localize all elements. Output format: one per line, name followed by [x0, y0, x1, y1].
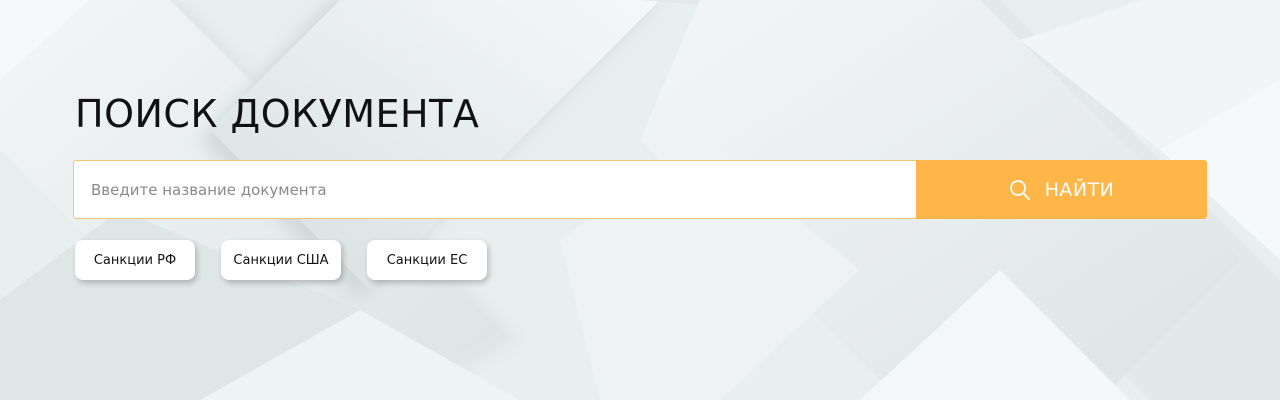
- search-icon: [1009, 179, 1031, 201]
- tag-sanctions-rf[interactable]: Санкции РФ: [75, 240, 195, 280]
- tag-sanctions-usa[interactable]: Санкции США: [221, 240, 341, 280]
- quick-tags: Санкции РФ Санкции США Санкции ЕС: [75, 240, 487, 280]
- search-bar: НАЙТИ: [73, 160, 1207, 219]
- tag-sanctions-eu[interactable]: Санкции ЕС: [367, 240, 487, 280]
- search-button[interactable]: НАЙТИ: [916, 160, 1207, 219]
- search-input[interactable]: [73, 160, 916, 219]
- search-section: ПОИСК ДОКУМЕНТА НАЙТИ Санкции РФ Санкции…: [0, 0, 1280, 400]
- search-button-label: НАЙТИ: [1044, 178, 1115, 201]
- page-title: ПОИСК ДОКУМЕНТА: [75, 92, 480, 136]
